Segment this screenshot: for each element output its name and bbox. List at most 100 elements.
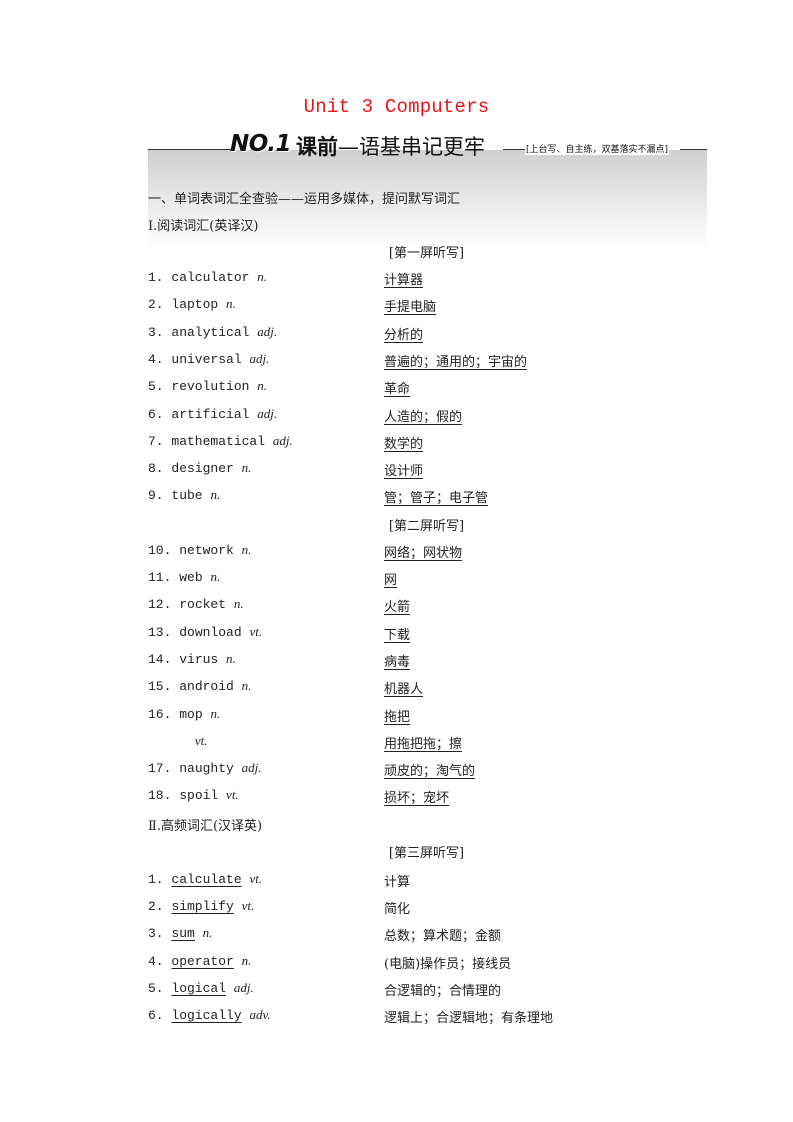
chinese-meaning: 拖把	[384, 709, 411, 725]
part-of-speech: vt.	[249, 623, 263, 639]
english-word: artificial	[171, 406, 250, 422]
english-word: spoil	[179, 788, 219, 804]
vocab-word: 6. logically adv.	[148, 1007, 271, 1023]
item-number: 2.	[148, 899, 172, 914]
english-word: analytical	[171, 324, 250, 340]
part-of-speech: n.	[233, 596, 244, 612]
part-of-speech: n.	[241, 678, 252, 694]
vocab-word: 6. artificial adj.	[148, 406, 277, 422]
item-number: 13.	[148, 624, 180, 640]
chinese-meaning: 设计师	[384, 464, 424, 480]
chinese-meaning: 机器人	[384, 682, 424, 698]
part-of-speech: n.	[226, 296, 236, 312]
banner-heading: 课前—语基串记更牢	[296, 131, 485, 161]
english-word: universal	[171, 351, 242, 367]
vocab-word: 16. mop n.	[148, 706, 220, 722]
item-number: 6.	[148, 406, 172, 422]
banner-note: [上台写、自主练，双基落实不漏点]	[525, 142, 670, 155]
item-number: 2.	[148, 297, 172, 313]
english-word: sum	[171, 926, 195, 942]
part-of-speech: adj.	[257, 405, 278, 421]
chinese-meaning: 用拖把拖；擦	[384, 736, 463, 752]
part-of-speech: n.	[202, 925, 213, 941]
banner-heading-rest: —语基串记更牢	[338, 135, 485, 159]
chinese-meaning: 火箭	[384, 600, 411, 616]
item-number: 3.	[148, 324, 172, 340]
vocab-word: 3. sum n.	[148, 925, 212, 941]
english-word: calculate	[171, 871, 242, 887]
banner-heading-bold: 课前	[296, 135, 338, 159]
english-word: web	[179, 570, 203, 585]
screen-label: [第一屏听写]	[388, 246, 465, 261]
item-number: 18.	[148, 788, 180, 804]
vocab-word: 5. logical adj.	[148, 980, 254, 996]
english-word: revolution	[171, 379, 250, 395]
part-of-speech: vt.	[194, 732, 208, 748]
chinese-meaning: 计算	[384, 874, 411, 890]
vocab-word: 13. download vt.	[148, 624, 262, 640]
english-word: laptop	[171, 297, 219, 313]
vocab-word: 18. spoil vt.	[148, 787, 239, 803]
chinese-meaning: 人造的；假的	[384, 409, 463, 425]
chinese-meaning: 总数；算术题；金额	[384, 929, 502, 945]
banner-rule-left	[148, 149, 232, 150]
vocab-word: 3. analytical adj.	[148, 324, 277, 340]
part-of-speech: n.	[241, 952, 252, 968]
item-number: 11.	[148, 570, 180, 585]
english-word: designer	[171, 461, 234, 477]
vocab-word: 7. mathematical adj.	[148, 433, 293, 449]
part2-heading: Ⅱ.高频词汇(汉译英)	[148, 818, 263, 834]
vocab-word: 1. calculate vt.	[148, 871, 262, 887]
vocab-word: 9. tube n.	[148, 487, 220, 503]
item-number: 12.	[148, 597, 180, 613]
chinese-meaning: 手提电脑	[384, 300, 437, 316]
english-word: simplify	[171, 899, 234, 914]
banner-number: NO.1	[230, 131, 292, 157]
item-number	[148, 734, 195, 749]
chinese-meaning: 病毒	[384, 654, 411, 670]
part-of-speech: adj.	[257, 323, 278, 339]
english-word: download	[179, 624, 242, 640]
vocab-word: 5. revolution n.	[148, 378, 267, 394]
vocab-word: 12. rocket n.	[148, 596, 244, 612]
part-of-speech: adj.	[272, 432, 293, 448]
chinese-meaning: 数学的	[384, 436, 424, 452]
chinese-meaning: 分析的	[384, 327, 424, 343]
chinese-meaning: 顽皮的；淘气的	[384, 764, 476, 780]
english-word: tube	[171, 488, 203, 504]
part1-heading: Ⅰ.阅读词汇(英译汉)	[148, 219, 259, 234]
vocab-word: 10. network n.	[148, 542, 251, 558]
item-number: 7.	[148, 433, 172, 449]
item-number: 9.	[148, 488, 172, 504]
vocab-word: 17. naughty adj.	[148, 760, 262, 776]
vocab-word: 1. calculator n.	[148, 269, 267, 285]
part-of-speech: adv.	[249, 1007, 271, 1023]
part-of-speech: n.	[210, 569, 221, 584]
item-number: 5.	[148, 379, 172, 395]
item-number: 14.	[148, 651, 180, 667]
chinese-meaning: 损坏；宠坏	[384, 791, 450, 807]
part-of-speech: adj.	[249, 350, 270, 366]
item-number: 6.	[148, 1008, 172, 1024]
screen-label: [第三屏听写]	[388, 845, 465, 861]
item-number: 4.	[148, 953, 172, 969]
item-number: 16.	[148, 706, 180, 722]
banner-rule-mid	[503, 149, 525, 150]
section-heading: 一、单词表词汇全查验——运用多媒体，提问默写词汇	[148, 192, 461, 207]
part-of-speech: adj.	[233, 979, 254, 995]
item-number: 4.	[148, 351, 172, 367]
english-word: logically	[171, 1008, 242, 1024]
chinese-meaning: (电脑)操作员；接线员	[384, 956, 512, 972]
chinese-meaning: 革命	[384, 382, 411, 398]
english-word: android	[179, 679, 234, 695]
banner-rule-right	[680, 149, 707, 150]
part-of-speech: n.	[226, 650, 236, 666]
part-of-speech: n.	[241, 541, 252, 557]
vocab-word: 2. simplify vt.	[148, 898, 254, 914]
item-number: 5.	[148, 980, 172, 996]
chinese-meaning: 简化	[384, 902, 411, 917]
part-of-speech: n.	[210, 487, 221, 503]
vocab-word: 8. designer n.	[148, 460, 251, 476]
vocab-word: 14. virus n.	[148, 651, 236, 667]
english-word: naughty	[179, 761, 234, 777]
